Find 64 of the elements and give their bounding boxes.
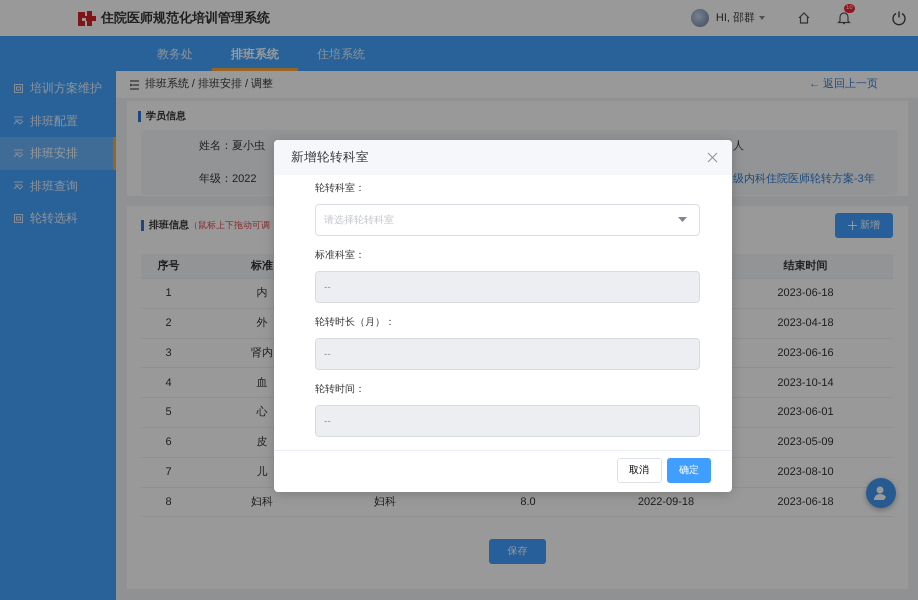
table-cell-text: 8.0 (520, 494, 536, 510)
table-cell-text: 3 (165, 346, 172, 361)
save-button[interactable]: 保存 (489, 539, 546, 564)
app-title: 住院医师规范化培训管理系统 (100, 9, 270, 28)
section-title: 排班信息 (141, 220, 189, 231)
breadcrumb-text: 排班系统 / 排班安排 / 调整 (144, 76, 274, 92)
table-cell-text: 妇科 (251, 494, 273, 510)
table-cell-text: 7 (165, 464, 172, 480)
field-label: 轮转时长（月）： (315, 316, 395, 330)
column-header: 标准 (251, 258, 273, 274)
table-cell-text: 外 (256, 316, 268, 331)
table-cell-text: 儿 (256, 464, 268, 480)
sidebar-item[interactable]: 排班配置 (0, 104, 116, 137)
home-icon[interactable] (797, 11, 811, 25)
nav-tab[interactable]: 教务处 (138, 36, 212, 71)
table-cell-text: 2023-06-18 (777, 286, 834, 302)
table-cell-text: 妇科 (374, 494, 396, 510)
table-cell-text: 2023-06-18 (777, 494, 834, 510)
sidebar-item[interactable]: 培训方案维护 (0, 72, 116, 104)
section-title: 学员信息 (138, 111, 908, 122)
table-cell-text: 内 (256, 286, 268, 302)
sidebar-item[interactable]: 排班查询 (0, 170, 116, 202)
sidebar-item[interactable]: 排班安排 (0, 137, 116, 170)
table-cell-text: 心 (256, 404, 268, 420)
table-cell-text: 1 (165, 286, 172, 302)
field-label: 标准科室： (315, 249, 365, 263)
table-cell-text: 2023-04-18 (777, 316, 834, 331)
back-link[interactable]: ← 返回上一页 (808, 76, 878, 93)
plus-icon (848, 221, 858, 230)
table-cell-text: 4 (165, 376, 172, 391)
add-button[interactable]: 新增 (835, 213, 893, 238)
drag-hint: （鼠标上下拖动可调 (189, 218, 270, 232)
cancel-button[interactable]: 取消 (616, 458, 662, 483)
logo-icon (76, 9, 98, 27)
table-cell-text: 2023-10-14 (777, 376, 834, 391)
person-icon (873, 485, 889, 501)
table-cell-text: 血 (256, 376, 268, 391)
caret-icon (678, 217, 687, 223)
table-cell-text: 6 (165, 435, 172, 450)
power-icon[interactable] (891, 10, 907, 26)
nav-tab[interactable]: 住培系统 (298, 36, 384, 71)
field-label: 轮转时间： (315, 383, 365, 397)
table-cell-text: 8 (165, 494, 172, 510)
scheme-link[interactable]: 级内科住院医师轮转方案-3年 (733, 170, 875, 187)
table-cell-text: 皮 (256, 435, 268, 450)
table-cell-text: 2023-06-16 (777, 346, 834, 361)
user-name[interactable]: HI, 邵群 (716, 10, 755, 26)
table-cell-text: 2023-06-01 (777, 405, 834, 420)
column-header: 序号 (158, 258, 180, 274)
table-cell-text: 2023-05-09 (777, 435, 834, 450)
close-icon[interactable] (707, 152, 718, 163)
select-field[interactable]: 请选择轮转科室 (315, 204, 700, 236)
menu-icon[interactable] (130, 80, 142, 90)
table-cell-text: 5 (165, 405, 172, 420)
column-header: 结束时间 (784, 258, 828, 274)
table-cell-text: 2023-08-10 (777, 464, 834, 480)
sidebar-item[interactable]: 轮转选科 (0, 202, 116, 234)
info-field: 人 (733, 138, 744, 154)
bell-icon[interactable] (837, 10, 851, 26)
table-cell-text: 肾内 (251, 346, 273, 361)
table-cell-text: 2022-09-18 (638, 494, 694, 510)
table-cell-text: 2 (165, 316, 172, 331)
avatar[interactable] (690, 9, 709, 27)
confirm-button[interactable]: 确定 (667, 458, 711, 483)
